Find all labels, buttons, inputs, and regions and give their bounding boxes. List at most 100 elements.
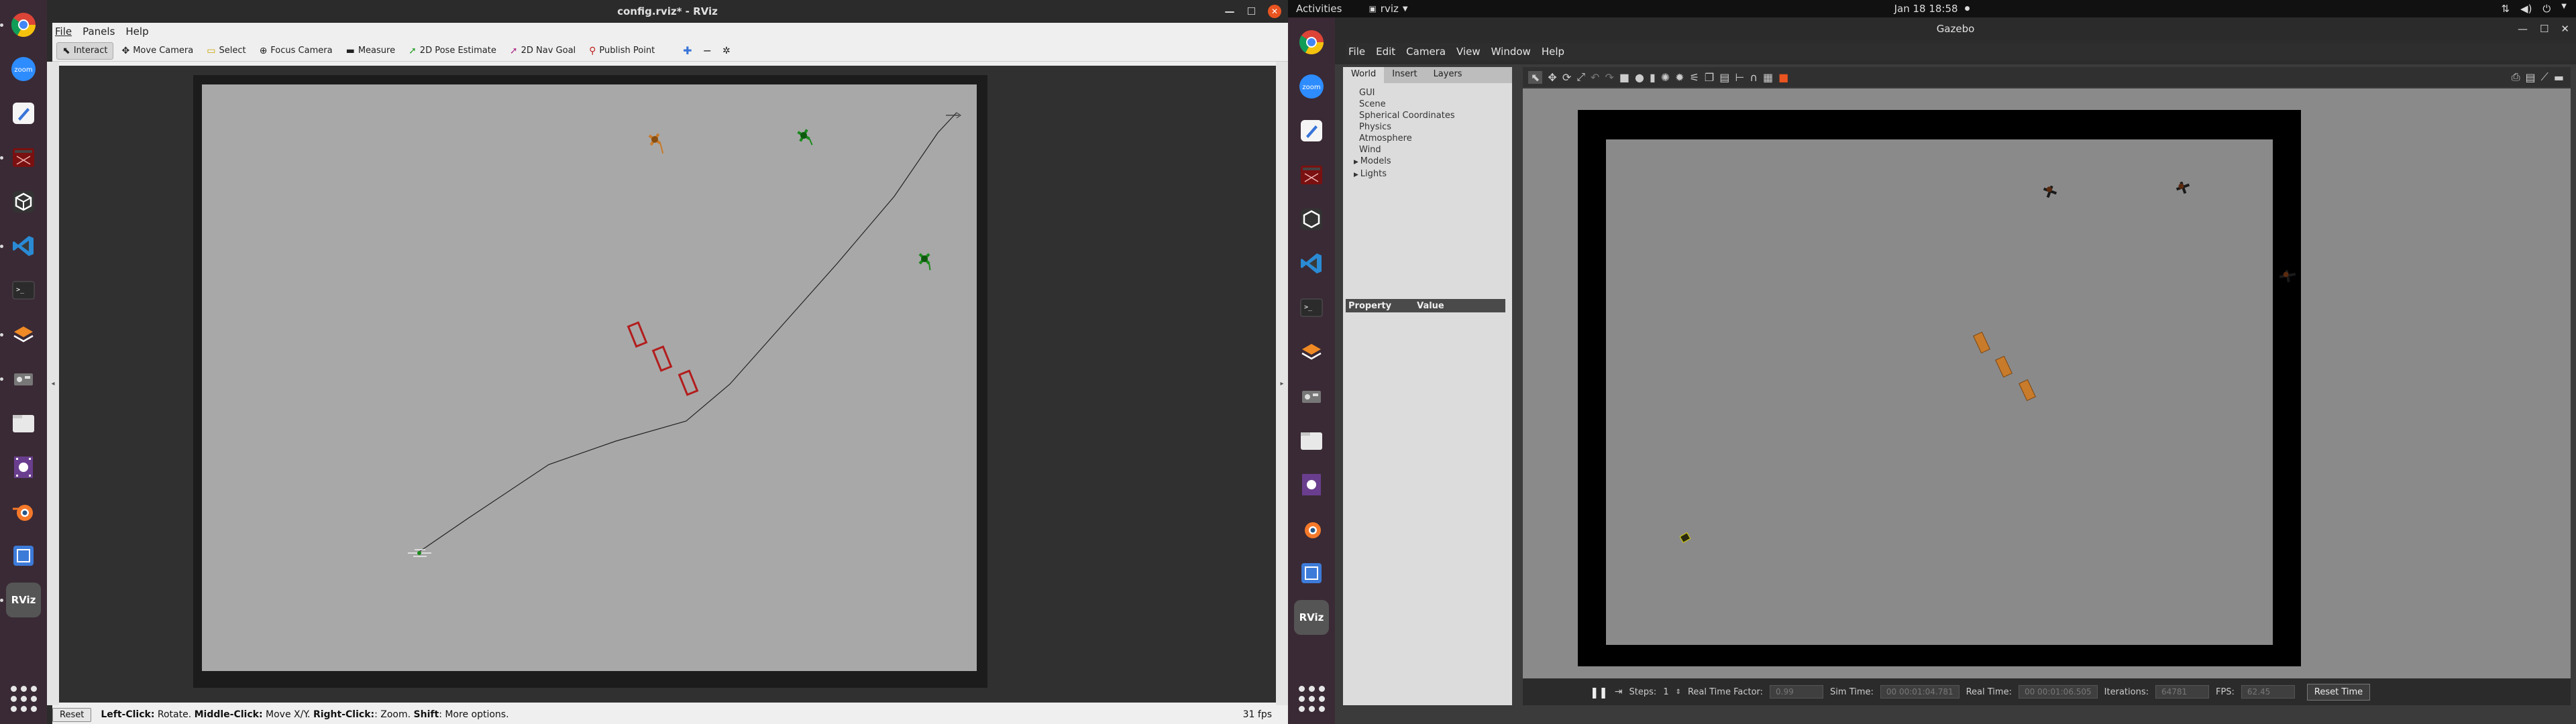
- blender-icon[interactable]: [6, 494, 41, 529]
- menu-edit[interactable]: Edit: [1376, 46, 1395, 58]
- unity-icon[interactable]: [6, 184, 41, 219]
- screenshot-tool-icon[interactable]: ⎙: [2512, 70, 2520, 84]
- change-view-icon[interactable]: ▦: [1763, 71, 1773, 84]
- terminal-icon[interactable]: >_: [6, 273, 41, 308]
- tree-item-gui[interactable]: GUI: [1354, 87, 1512, 99]
- layers-app-icon[interactable]: [1294, 335, 1329, 369]
- tool-select[interactable]: ▭ Select: [201, 43, 251, 59]
- record-icon[interactable]: ■: [1778, 71, 1788, 84]
- steps-value[interactable]: 1: [1663, 687, 1668, 697]
- undo-icon[interactable]: ↶: [1591, 71, 1599, 84]
- tree-item-spherical-coordinates[interactable]: Spherical Coordinates: [1354, 110, 1512, 121]
- tool-measure[interactable]: ▬ Measure: [341, 43, 400, 59]
- cylinder-shape-icon[interactable]: ▮: [1650, 71, 1656, 84]
- menu-camera[interactable]: Camera: [1406, 46, 1446, 58]
- log-icon[interactable]: ▤: [2526, 71, 2536, 84]
- gazebo-dock-icon[interactable]: [0, 361, 41, 396]
- app-menu[interactable]: ▣ rviz ▼: [1368, 3, 1407, 15]
- zoom-icon[interactable]: zoom: [6, 52, 41, 86]
- menu-panels[interactable]: Panels: [83, 25, 115, 38]
- add-tool-icon[interactable]: ✚: [683, 44, 692, 57]
- tree-item-atmosphere[interactable]: Atmosphere: [1354, 133, 1512, 144]
- tool-move-camera[interactable]: ✥ Move Camera: [116, 43, 199, 59]
- rviz-3d-view[interactable]: [59, 66, 1276, 703]
- menu-file[interactable]: File: [55, 25, 72, 38]
- steps-spin-icon[interactable]: ⇕: [1676, 688, 1681, 696]
- maximize-icon[interactable]: ☐: [2540, 23, 2548, 35]
- point-light-icon[interactable]: ✺: [1661, 71, 1670, 84]
- blender-icon[interactable]: [1294, 511, 1329, 546]
- chrome-icon[interactable]: [0, 7, 41, 42]
- tool-focus-camera[interactable]: ⊕ Focus Camera: [254, 43, 338, 59]
- system-tray[interactable]: ⇅ ◀) ⏻ ▼: [2501, 3, 2567, 15]
- unity-icon[interactable]: [1294, 202, 1329, 237]
- align-icon[interactable]: ⊢: [1735, 71, 1744, 84]
- right-dock-collapse-handle[interactable]: ▸: [1276, 62, 1288, 705]
- tool-settings-icon[interactable]: ✲: [722, 46, 731, 56]
- sphere-shape-icon[interactable]: ●: [1635, 71, 1644, 84]
- menu-help[interactable]: Help: [125, 25, 148, 38]
- gazebo-3d-view[interactable]: [1523, 88, 2571, 678]
- tab-layers[interactable]: Layers: [1426, 67, 1470, 83]
- menu-file[interactable]: File: [1348, 46, 1365, 58]
- close-icon[interactable]: ✕: [2561, 23, 2569, 35]
- video-editor-icon[interactable]: [6, 450, 41, 485]
- show-applications-icon[interactable]: [1294, 681, 1329, 716]
- redo-icon[interactable]: ↷: [1605, 71, 1613, 84]
- gazebo-dock-icon[interactable]: [1294, 379, 1329, 414]
- left-dock-collapse-handle[interactable]: ◂: [47, 62, 59, 705]
- show-applications-icon[interactable]: [6, 681, 41, 716]
- copy-icon[interactable]: ❐: [1705, 71, 1714, 84]
- terminal-red-icon[interactable]: [1294, 158, 1329, 192]
- tool-2d-nav-goal[interactable]: ➚ 2D Nav Goal: [504, 43, 581, 59]
- directional-light-icon[interactable]: ⚟: [1690, 71, 1699, 84]
- tab-world[interactable]: World: [1343, 67, 1385, 83]
- paste-icon[interactable]: ▤: [1719, 71, 1729, 84]
- snap-icon[interactable]: ∩: [1750, 71, 1758, 84]
- rviz-dock-icon[interactable]: RViz: [0, 583, 41, 617]
- text-editor-icon[interactable]: [6, 96, 41, 131]
- reset-button[interactable]: Reset: [52, 707, 92, 722]
- video-record-icon[interactable]: ▬: [2554, 71, 2564, 84]
- rviz-dock-icon[interactable]: RViz: [1294, 600, 1329, 635]
- expand-arrow-icon[interactable]: ▶: [1354, 172, 1360, 178]
- terminal-red-icon[interactable]: [0, 140, 41, 175]
- minimize-icon[interactable]: —: [2518, 23, 2528, 35]
- tree-item-models[interactable]: ▶ Models: [1354, 156, 1512, 168]
- spot-light-icon[interactable]: ✹: [1675, 71, 1684, 84]
- close-icon[interactable]: ✕: [1268, 5, 1281, 18]
- files-icon[interactable]: [6, 406, 41, 440]
- chrome-icon[interactable]: [1294, 25, 1329, 60]
- zoom-icon[interactable]: zoom: [1294, 69, 1329, 104]
- video-editor-icon[interactable]: [1294, 467, 1329, 502]
- plot-icon[interactable]: ⟋: [2541, 70, 2548, 84]
- screenshot-icon[interactable]: [1294, 556, 1329, 591]
- screenshot-icon[interactable]: [6, 538, 41, 573]
- step-icon[interactable]: ⇥: [1615, 686, 1623, 697]
- tree-item-physics[interactable]: Physics: [1354, 121, 1512, 133]
- tab-insert[interactable]: Insert: [1384, 67, 1425, 83]
- remove-tool-icon[interactable]: −: [703, 44, 712, 57]
- rviz-render-canvas[interactable]: [59, 66, 1276, 703]
- vscode-icon[interactable]: [1294, 246, 1329, 281]
- expand-arrow-icon[interactable]: ▶: [1354, 159, 1360, 166]
- menu-help[interactable]: Help: [1542, 46, 1564, 58]
- tool-publish-point[interactable]: ⚲ Publish Point: [584, 43, 660, 59]
- rotate-mode-icon[interactable]: ⟳: [1562, 71, 1571, 84]
- translate-mode-icon[interactable]: ✥: [1548, 71, 1556, 84]
- box-shape-icon[interactable]: ■: [1619, 71, 1629, 84]
- clock[interactable]: Jan 18 18:58 ●: [1894, 3, 1970, 15]
- tree-item-wind[interactable]: Wind: [1354, 144, 1512, 156]
- scale-mode-icon[interactable]: ⤢: [1576, 70, 1585, 84]
- tool-interact[interactable]: ⬉ Interact: [56, 42, 114, 60]
- text-editor-icon[interactable]: [1294, 113, 1329, 148]
- menu-window[interactable]: Window: [1491, 46, 1531, 58]
- tree-item-scene[interactable]: Scene: [1354, 99, 1512, 110]
- gazebo-world-visual[interactable]: [1523, 88, 2571, 678]
- activities-button[interactable]: Activities: [1296, 3, 1342, 15]
- minimize-icon[interactable]: —: [1225, 5, 1235, 17]
- panel-splitter[interactable]: [1515, 67, 1520, 705]
- maximize-icon[interactable]: ☐: [1247, 5, 1256, 17]
- pause-icon[interactable]: ❚❚: [1590, 686, 1608, 699]
- menu-view[interactable]: View: [1456, 46, 1481, 58]
